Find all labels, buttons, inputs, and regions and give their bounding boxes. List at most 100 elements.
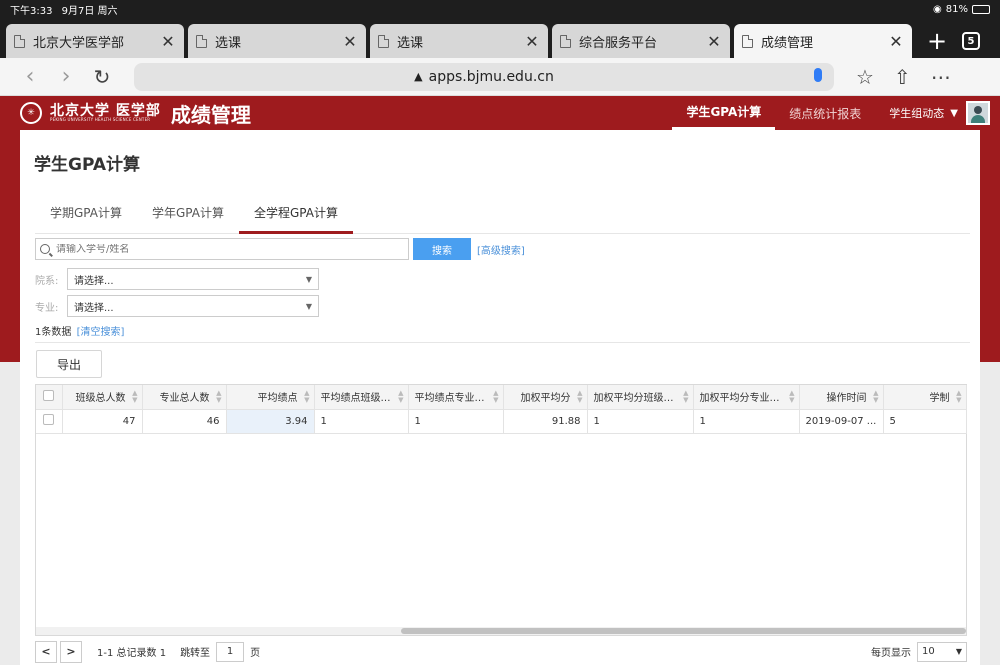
sort-icon: ▲ ▼: [683, 389, 689, 404]
per-page-value: 10: [922, 646, 935, 657]
app-title: 成绩管理: [170, 102, 251, 127]
horizontal-scrollbar[interactable]: [36, 627, 966, 635]
column-header: 平均绩点: [257, 393, 298, 405]
col-operation-time[interactable]: 操作时间 ▲ ▼: [799, 385, 884, 410]
col-gpa-major-rank[interactable]: 平均绩点专业排名 ▲ ▼: [408, 385, 504, 410]
sort-icon: ▲ ▼: [216, 389, 222, 404]
close-icon[interactable]: ✕: [160, 32, 176, 51]
nav-gpa-report[interactable]: 绩点统计报表: [775, 96, 875, 130]
sort-icon: ▲ ▼: [789, 389, 795, 404]
forward-button[interactable]: ›: [48, 64, 84, 89]
result-count: 1条数据: [35, 327, 72, 338]
browser-tab-1[interactable]: 北京大学医学部 ✕: [6, 24, 184, 58]
filter-label: 专业:: [35, 302, 59, 314]
microphone-icon[interactable]: [814, 67, 822, 82]
cell-avg-gpa: 3.94: [226, 409, 315, 434]
search-input[interactable]: [56, 243, 408, 255]
column-header: 平均绩点专业排名: [414, 393, 495, 405]
cell-gpa-class-rank: 1: [314, 409, 409, 434]
browser-tab-2[interactable]: 选课 ✕: [188, 24, 366, 58]
document-icon: [196, 34, 207, 48]
chevron-down-icon: ▼: [305, 274, 312, 284]
browser-tab-4[interactable]: 综合服务平台 ✕: [552, 24, 730, 58]
url-field[interactable]: ▲ apps.bjmu.edu.cn: [134, 62, 834, 91]
more-icon[interactable]: ⋯: [931, 65, 951, 89]
avatar[interactable]: [966, 101, 990, 125]
user-menu[interactable]: 学生组动态 ▼: [875, 96, 1000, 130]
page-number-input[interactable]: 1: [216, 641, 245, 662]
search-row: 搜索 [高级搜索]: [35, 238, 525, 260]
close-icon[interactable]: ✕: [342, 32, 358, 51]
advanced-search-link[interactable]: [高级搜索]: [477, 242, 525, 257]
tab-label: 北京大学医学部: [33, 35, 125, 51]
sort-icon: ▲ ▼: [956, 389, 962, 404]
cell-class-total: 47: [62, 409, 143, 434]
chevron-down-icon: ▼: [955, 647, 962, 656]
status-date: 9月7日 周六: [61, 5, 118, 17]
content-card: 学生GPA计算 学期GPA计算 学年GPA计算 全学程GPA计算 搜索 [高级搜…: [20, 130, 980, 665]
logo-en: PEKING UNIVERSITY HEALTH SCIENCE CENTER: [50, 117, 151, 122]
share-icon[interactable]: ⇧: [894, 65, 911, 89]
next-page-button[interactable]: >: [60, 640, 82, 663]
close-icon[interactable]: ✕: [888, 32, 904, 51]
col-weighted-avg[interactable]: 加权平均分 ▲ ▼: [503, 385, 588, 410]
wifi-icon: ◉: [933, 3, 942, 15]
major-select[interactable]: 请选择... ▼: [67, 295, 319, 317]
select-value: 请选择...: [74, 302, 114, 314]
tab-term-gpa[interactable]: 学期GPA计算: [35, 202, 137, 234]
column-header: 专业总人数: [159, 393, 210, 405]
record-info: 1-1 总记录数 1: [97, 648, 167, 659]
select-all-checkbox[interactable]: [43, 389, 55, 401]
col-weighted-major-rank[interactable]: 加权平均分专业排名 ▲ ▼: [693, 385, 800, 410]
gpa-table: 班级总人数 ▲ ▼ 专业总人数 ▲ ▼ 平均绩点 ▲ ▼ 平均绩点班级排名 ▲ ▼ 平均绩点专业…: [36, 385, 967, 434]
back-button[interactable]: ‹: [12, 64, 48, 89]
row-checkbox[interactable]: [43, 414, 55, 425]
nav-gpa-calc[interactable]: 学生GPA计算: [672, 96, 776, 130]
bookmark-star-icon[interactable]: ☆: [856, 65, 874, 89]
tab-total-gpa[interactable]: 全学程GPA计算: [238, 202, 353, 234]
sort-icon: ▲ ▼: [132, 389, 138, 404]
filter-major: 专业: 请选择... ▼: [35, 295, 319, 317]
table-row[interactable]: 47 46 3.94 1 1 91.88 1 1 2019-09-07 ... …: [36, 409, 967, 434]
pagination: < > 1-1 总记录数 1 跳转至 1 页 每页显示 10 ▼: [35, 638, 967, 665]
tab-year-gpa[interactable]: 学年GPA计算: [137, 202, 239, 234]
browser-tab-3[interactable]: 选课 ✕: [370, 24, 548, 58]
warning-icon: ▲: [414, 70, 423, 83]
sort-icon: ▲ ▼: [304, 389, 310, 404]
export-button[interactable]: 导出: [36, 350, 102, 378]
column-header: 班级总人数: [75, 393, 126, 405]
chevron-down-icon: ▼: [305, 301, 312, 311]
column-header: 加权平均分: [520, 393, 571, 405]
address-bar-row: ‹ › ↻ ▲ apps.bjmu.edu.cn ☆ ⇧ ⋯: [0, 58, 1000, 96]
new-tab-button[interactable]: +: [920, 24, 954, 58]
prev-page-button[interactable]: <: [35, 640, 57, 663]
status-time: 下午3:33: [10, 5, 53, 17]
sort-icon: ▲ ▼: [873, 389, 879, 404]
scrollbar-thumb[interactable]: [401, 628, 966, 634]
clear-search-link[interactable]: [清空搜索]: [77, 327, 125, 338]
col-avg-gpa[interactable]: 平均绩点 ▲ ▼: [226, 385, 315, 410]
tab-count-button[interactable]: 5: [962, 32, 980, 50]
col-program-length[interactable]: 学制 ▲ ▼: [883, 385, 967, 410]
battery-icon: [972, 4, 990, 14]
document-icon: [560, 34, 571, 48]
tab-label: 成绩管理: [761, 35, 814, 51]
university-logo[interactable]: 北京大学 医学部 PEKING UNIVERSITY HEALTH SCIENC…: [50, 104, 161, 122]
page-suffix: 页: [250, 648, 261, 659]
search-button[interactable]: 搜索: [413, 238, 471, 260]
close-icon[interactable]: ✕: [706, 32, 722, 51]
col-gpa-class-rank[interactable]: 平均绩点班级排名 ▲ ▼: [314, 385, 409, 410]
select-value: 请选择...: [74, 275, 114, 287]
close-icon[interactable]: ✕: [524, 32, 540, 51]
browser-tab-5[interactable]: 成绩管理 ✕: [734, 24, 912, 58]
cell-weighted-major-rank: 1: [693, 409, 800, 434]
filter-department: 院系: 请选择... ▼: [35, 268, 319, 290]
col-weighted-class-rank[interactable]: 加权平均分班级排名 ▲ ▼: [587, 385, 694, 410]
department-select[interactable]: 请选择... ▼: [67, 268, 319, 290]
per-page-select[interactable]: 10 ▼: [917, 641, 967, 662]
page-jump: 跳转至 1 页: [180, 641, 261, 662]
col-class-total[interactable]: 班级总人数 ▲ ▼: [62, 385, 143, 410]
site-header: ✳ 北京大学 医学部 PEKING UNIVERSITY HEALTH SCIE…: [0, 96, 1000, 130]
reload-button[interactable]: ↻: [84, 65, 120, 89]
col-major-total[interactable]: 专业总人数 ▲ ▼: [142, 385, 227, 410]
